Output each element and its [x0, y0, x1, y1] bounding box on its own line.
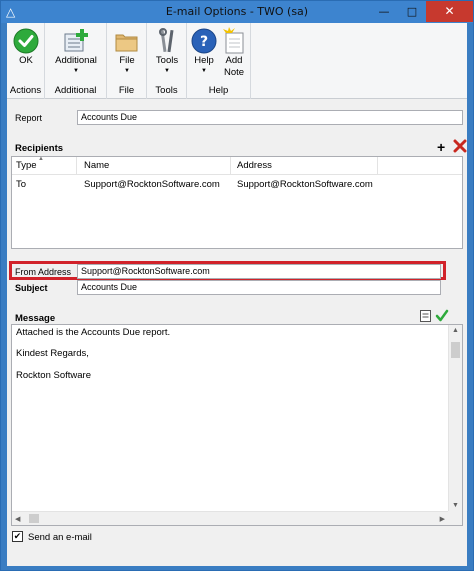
vertical-scrollbar[interactable]: ▲ ▼ — [448, 325, 462, 511]
ribbon-group-actions: OK Actions — [7, 23, 45, 99]
horizontal-scrollbar[interactable]: ◀ ▶ — [12, 511, 448, 525]
column-header-name[interactable]: Name — [84, 160, 109, 171]
help-icon: ? — [189, 27, 219, 55]
ok-button[interactable]: OK — [10, 27, 42, 67]
ribbon-group-file: File ▼ File — [107, 23, 147, 99]
scroll-up-icon[interactable]: ▲ — [452, 327, 459, 334]
scroll-left-icon[interactable]: ◀ — [15, 515, 20, 523]
from-address-field[interactable]: Support@RocktonSoftware.com — [77, 264, 441, 279]
recipients-title: Recipients — [15, 143, 64, 154]
add-note-icon — [219, 27, 249, 55]
column-header-type[interactable]: Type — [16, 160, 37, 171]
close-icon[interactable]: ✕ — [426, 1, 473, 22]
add-note-button[interactable]: Add Note — [219, 27, 249, 79]
add-note-label-line2: Note — [223, 67, 245, 78]
message-line: Rockton Software — [16, 370, 91, 381]
message-line: Attached is the Accounts Due report. — [16, 327, 171, 338]
chevron-down-icon: ▼ — [124, 68, 130, 74]
group-label-tools: Tools — [155, 85, 178, 96]
send-email-label[interactable]: Send an e-mail — [28, 532, 92, 543]
additional-button[interactable]: Additional ▼ — [49, 27, 103, 75]
report-label: Report — [15, 113, 43, 123]
tools-label: Tools — [155, 55, 179, 66]
ribbon: OK Actions Additional ▼ Additional File … — [7, 23, 467, 99]
cell-name: Support@RocktonSoftware.com — [84, 179, 220, 190]
ok-check-icon — [11, 27, 41, 55]
sort-arrow-icon: ▲ — [38, 156, 44, 162]
scroll-thumb[interactable] — [29, 514, 39, 523]
note-icon[interactable] — [419, 309, 433, 323]
chevron-down-icon: ▼ — [73, 68, 79, 74]
email-options-window: △ E-mail Options - TWO (sa) — □ ✕ OK Act… — [0, 0, 474, 571]
scroll-thumb[interactable] — [451, 342, 460, 358]
group-label-file: File — [118, 85, 135, 96]
maximize-icon[interactable]: □ — [398, 1, 426, 22]
subject-field[interactable]: Accounts Due — [77, 280, 441, 295]
ribbon-group-additional: Additional ▼ Additional — [45, 23, 107, 99]
column-header-address[interactable]: Address — [237, 160, 272, 171]
svg-text:?: ? — [200, 34, 208, 50]
ok-label: OK — [19, 55, 33, 66]
file-button[interactable]: File ▼ — [111, 27, 143, 75]
cell-type: To — [16, 179, 27, 190]
spellcheck-icon[interactable] — [435, 309, 449, 323]
recipients-grid: Type ▲ Name Address To Support@RocktonSo… — [11, 156, 463, 249]
add-note-label-line1: Add — [225, 55, 243, 66]
help-label: Help — [194, 55, 214, 66]
chevron-down-icon: ▼ — [201, 68, 207, 74]
additional-label: Additional — [55, 55, 97, 66]
chevron-down-icon: ▼ — [164, 68, 170, 74]
recipients-header: Type ▲ Name Address — [12, 156, 462, 175]
ribbon-group-tools: Tools ▼ Tools — [147, 23, 187, 99]
minimize-icon[interactable]: — — [370, 1, 398, 22]
cell-address: Support@RocktonSoftware.com — [237, 179, 373, 190]
delete-x-icon[interactable] — [453, 139, 467, 153]
group-label-actions: Actions — [9, 85, 42, 96]
window-client-area: OK Actions Additional ▼ Additional File … — [7, 23, 467, 566]
tools-button[interactable]: Tools ▼ — [151, 27, 183, 75]
folder-icon — [112, 27, 142, 55]
plus-icon[interactable]: + — [437, 139, 445, 155]
scroll-right-icon[interactable]: ▶ — [440, 515, 445, 523]
report-field[interactable]: Accounts Due — [77, 110, 463, 125]
subject-label: Subject — [15, 283, 48, 293]
table-row[interactable]: To Support@RocktonSoftware.com Support@R… — [12, 177, 462, 193]
file-label: File — [119, 55, 135, 66]
title-bar[interactable]: △ E-mail Options - TWO (sa) — □ ✕ — [1, 1, 473, 23]
scroll-corner — [448, 511, 462, 525]
scroll-down-icon[interactable]: ▼ — [452, 502, 459, 509]
message-title: Message — [15, 313, 56, 324]
message-textarea[interactable]: Attached is the Accounts Due report. Kin… — [11, 324, 463, 526]
ribbon-group-help: ? Help ▼ Add Note Help — [187, 23, 251, 99]
additional-icon — [61, 27, 91, 55]
message-line: Kindest Regards, — [16, 348, 89, 359]
help-button[interactable]: ? Help ▼ — [189, 27, 219, 75]
tools-icon — [152, 27, 182, 55]
from-address-label: From Address — [15, 267, 72, 277]
group-label-additional: Additional — [54, 85, 97, 96]
group-label-help: Help — [208, 85, 229, 96]
send-email-checkbox[interactable]: ✔ — [12, 531, 23, 542]
